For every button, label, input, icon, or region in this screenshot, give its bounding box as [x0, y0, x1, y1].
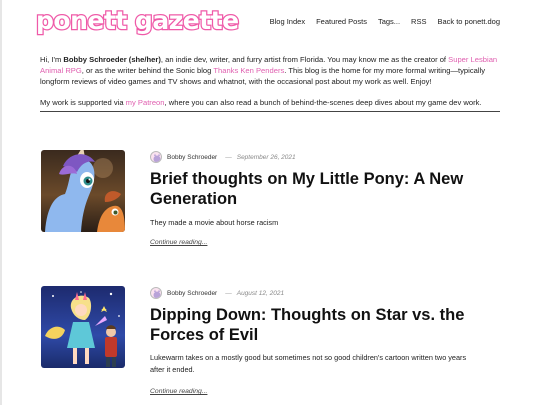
post-date: August 12, 2021 [236, 289, 285, 297]
patreon-link[interactable]: my Patreon [126, 98, 165, 107]
meta-separator: — [225, 289, 232, 297]
nav-rss[interactable]: RSS [411, 17, 426, 26]
author-avatar[interactable] [150, 151, 162, 163]
support-text: My work is supported via [40, 97, 126, 107]
meta-separator: — [225, 153, 232, 161]
site-logo[interactable]: ponett gazette [35, 5, 241, 37]
pony-thumbnail-image [41, 150, 125, 232]
post-thumbnail[interactable] [41, 150, 125, 232]
nav-featured-posts[interactable]: Featured Posts [316, 17, 367, 26]
post-title[interactable]: Dipping Down: Thoughts on Star vs. the F… [150, 305, 490, 345]
page: ponett gazette Blog Index Featured Posts… [0, 0, 540, 405]
intro-text: Hi, I'm [40, 55, 64, 64]
intro-text: , or as the writer behind the Sonic blog [81, 66, 214, 76]
site-header: ponett gazette Blog Index Featured Posts… [0, 0, 540, 44]
continue-reading-link[interactable]: Continue reading... [150, 388, 207, 395]
author-avatar[interactable] [150, 287, 162, 299]
avatar-icon [153, 153, 161, 162]
post-meta: Bobby Schroeder — September 26, 2021 [150, 150, 296, 164]
nav-tags[interactable]: Tags... [378, 17, 400, 26]
post-meta: Bobby Schroeder — August 12, 2021 [150, 286, 284, 300]
intro-paragraph: Hi, I'm Bobby Schroeder (she/her), an in… [40, 54, 500, 88]
support-paragraph: My work is supported via my Patreon, whe… [40, 97, 500, 108]
continue-reading-link[interactable]: Continue reading... [150, 239, 207, 246]
post-thumbnail[interactable] [41, 286, 125, 368]
intro-section: Hi, I'm Bobby Schroeder (she/her), an in… [40, 54, 500, 108]
author-name: Bobby Schroeder (she/her) [63, 55, 161, 64]
intro-divider [40, 111, 500, 112]
support-text: , where you can also read a bunch of beh… [164, 97, 482, 107]
left-border [0, 0, 2, 405]
post-excerpt: Lukewarm takes on a mostly good but some… [150, 353, 467, 374]
post-excerpt: They made a movie about horse racism [150, 218, 279, 227]
post-title[interactable]: Brief thoughts on My Little Pony: A New … [150, 169, 490, 209]
nav-blog-index[interactable]: Blog Index [270, 17, 305, 26]
star-vs-thumbnail-image [41, 286, 125, 368]
intro-text: , an indie dev, writer, and furry artist… [160, 55, 449, 64]
avatar-icon [153, 289, 161, 298]
nav-back-to-ponett-dog[interactable]: Back to ponett.dog [437, 17, 500, 26]
thanks-ken-penders-link[interactable]: Thanks Ken Penders [213, 66, 284, 75]
post-date: September 26, 2021 [236, 153, 296, 161]
main-nav: Blog Index Featured Posts Tags... RSS Ba… [270, 17, 500, 26]
post-author[interactable]: Bobby Schroeder [167, 154, 217, 161]
post-author[interactable]: Bobby Schroeder [167, 290, 217, 297]
